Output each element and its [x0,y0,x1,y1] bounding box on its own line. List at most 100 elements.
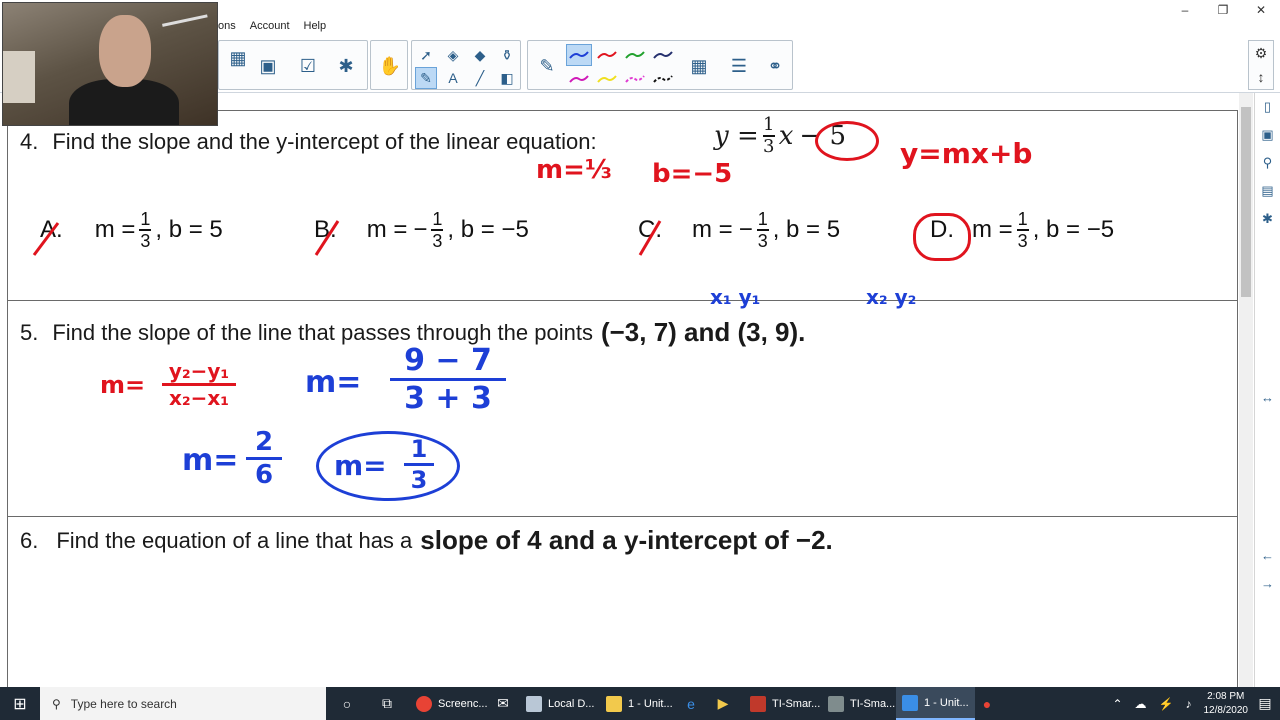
eq-denominator: 3 [763,135,775,157]
question-points: (−3, 7) and (3, 9). [600,317,806,347]
gallery-icon[interactable]: ✋ [375,51,405,81]
taskbar-app-unit-folder[interactable]: 1 - Unit... [600,687,679,720]
chrome-icon [416,695,432,712]
task-view-icon[interactable]: ⧉ [374,687,400,720]
record-icon[interactable]: ● [974,687,1000,720]
shapes-icon[interactable]: ◈ [442,44,464,66]
eraser-icon[interactable]: ◧ [496,67,518,89]
pen-icon[interactable]: ✎ [532,51,562,81]
properties-icon[interactable]: ▤ [1255,177,1280,205]
resize-toolbar-icon[interactable]: ↕ [1249,65,1273,89]
color-grid-icon[interactable]: ▦ [684,51,714,81]
taskbar-app-notebook[interactable]: 1 - Unit... [896,687,975,720]
expand-panel-icon[interactable]: ↔ [1255,383,1280,411]
divider-q4-q5 [7,300,1237,301]
line-icon[interactable]: ╱ [469,67,491,89]
ink-26-den: 6 [254,460,274,490]
pen-magenta-swatch[interactable] [566,68,592,90]
screen-shade-icon[interactable]: ▣ [253,51,283,81]
volume-icon[interactable]: ♪ [1186,697,1192,711]
pen-yellow-swatch[interactable] [594,68,620,90]
addon-icon[interactable]: ✱ [331,51,361,81]
edge-icon[interactable]: e [678,687,704,720]
toolbar-group-page: ▦ ▣ ☑ ✱ [218,40,368,90]
link-icon[interactable]: ⚭ [760,51,790,81]
taskbar-app-local-disk[interactable]: Local D... [520,687,600,720]
select-icon[interactable]: ➚ [415,44,437,66]
ink-x1y1: x₁ y₁ [710,285,761,309]
close-button[interactable]: ✕ [1242,0,1280,20]
question-emphasis: slope of 4 and a y-intercept of −2. [420,525,833,555]
menu-help[interactable]: Help [302,20,329,32]
smart-notebook-window: ons Account Help – ❐ ✕ ▦ ▣ ☑ ✱ ✋ ➚ ◈ ◆ ⚱… [0,0,1280,720]
mail-icon[interactable]: ✉ [490,687,516,720]
gallery-tab-icon[interactable]: ▣ [1255,121,1280,149]
gear-icon[interactable]: ⚙ [1249,41,1273,65]
addons-icon[interactable]: ✱ [1255,205,1280,233]
webcam-person-head [99,15,151,87]
menu-account[interactable]: Account [248,20,292,32]
tray-expand-icon[interactable]: ⌃ [1112,697,1122,711]
taskbar-app-ti-smartview-2[interactable]: TI-Sma... [822,687,901,720]
taskbar-app-label: Screenc... [438,697,488,710]
question-number: 4. [20,129,39,154]
ink-answer-m: m= [334,449,387,482]
ink-formula-bottom: x₂−x₁ [168,386,230,410]
pen-blue-swatch[interactable] [566,44,592,66]
taskbar-app-ti-smartview-1[interactable]: TI-Smar... [744,687,826,720]
windows-start-icon[interactable]: ⊞ [0,687,40,720]
media-icon[interactable]: ▶ [710,687,736,720]
system-tray: ⌃ ☁ ⚡ ♪ 2:08 PM 12/8/2020 [1112,687,1248,720]
table-icon[interactable]: ▦ [223,43,253,73]
taskbar-app-chrome[interactable]: Screenc... [410,687,494,720]
minimize-button[interactable]: – [1166,0,1204,20]
notification-icon[interactable]: ▤ [1250,687,1280,720]
clock[interactable]: 2:08 PM 12/8/2020 [1204,690,1249,718]
fill-icon[interactable]: ◆ [469,44,491,66]
window-controls: – ❐ ✕ [1166,0,1280,20]
question-text: Find the slope of the line that passes t… [52,319,593,345]
menu-options[interactable]: ons [216,20,238,32]
response-icon[interactable]: ☑ [293,51,323,81]
ink-answer-fraction: 1 3 [404,435,434,494]
cortana-icon[interactable]: ○ [334,687,360,720]
webcam-ceiling-fan [162,14,210,38]
maximize-button[interactable]: ❐ [1204,0,1242,20]
next-page-icon[interactable]: → [1255,569,1280,597]
choice-sign: − [738,215,753,243]
ink-26-num: 2 [254,427,274,457]
attachments-icon[interactable]: ⚲ [1255,149,1280,177]
pen-tool-icon[interactable]: ✎ [415,67,437,89]
taskbar-search[interactable]: ⚲ Type here to search [40,687,326,720]
scrollbar-thumb[interactable] [1241,107,1251,297]
text-icon[interactable]: A [442,67,464,89]
pen-pink-swatch[interactable] [622,68,648,90]
ink-slope-intercept-form: y=mx+b [900,137,1033,170]
choice-den: 3 [1017,230,1028,251]
choice-b: , b = −5 [1032,215,1115,243]
eq-y: y = [714,120,759,151]
search-icon: ⚲ [52,696,61,711]
previous-page-icon[interactable]: ← [1255,541,1280,569]
page-sorter-icon[interactable]: ▯ [1255,93,1280,121]
ink-slope-formula: y₂−y₁ x₂−x₁ [162,359,236,410]
left-border [7,110,8,687]
paint-icon[interactable]: ⚱ [496,44,518,66]
network-icon[interactable]: ⚡ [1159,697,1174,711]
eq-fraction: 1 3 [762,115,775,157]
choice-m: m = [972,215,1013,243]
pen-green-swatch[interactable] [622,44,648,66]
taskbar-app-label: 1 - Unit... [628,697,673,710]
onedrive-icon[interactable]: ☁ [1135,697,1147,711]
notebook-page[interactable]: 4. Find the slope and the y-intercept of … [0,93,1240,687]
pen-black-swatch[interactable] [650,68,676,90]
question-number: 6. [20,527,39,553]
pen-navy-swatch[interactable] [650,44,676,66]
pen-red-swatch[interactable] [594,44,620,66]
vertical-scrollbar[interactable] [1239,93,1253,687]
ink-answer-num: 1 [410,435,428,463]
question-4: 4. Find the slope and the y-intercept of … [20,129,597,155]
ink-answer-den: 3 [410,466,428,494]
folder-icon [606,695,622,712]
line-style-icon[interactable]: ☰ [724,51,754,81]
